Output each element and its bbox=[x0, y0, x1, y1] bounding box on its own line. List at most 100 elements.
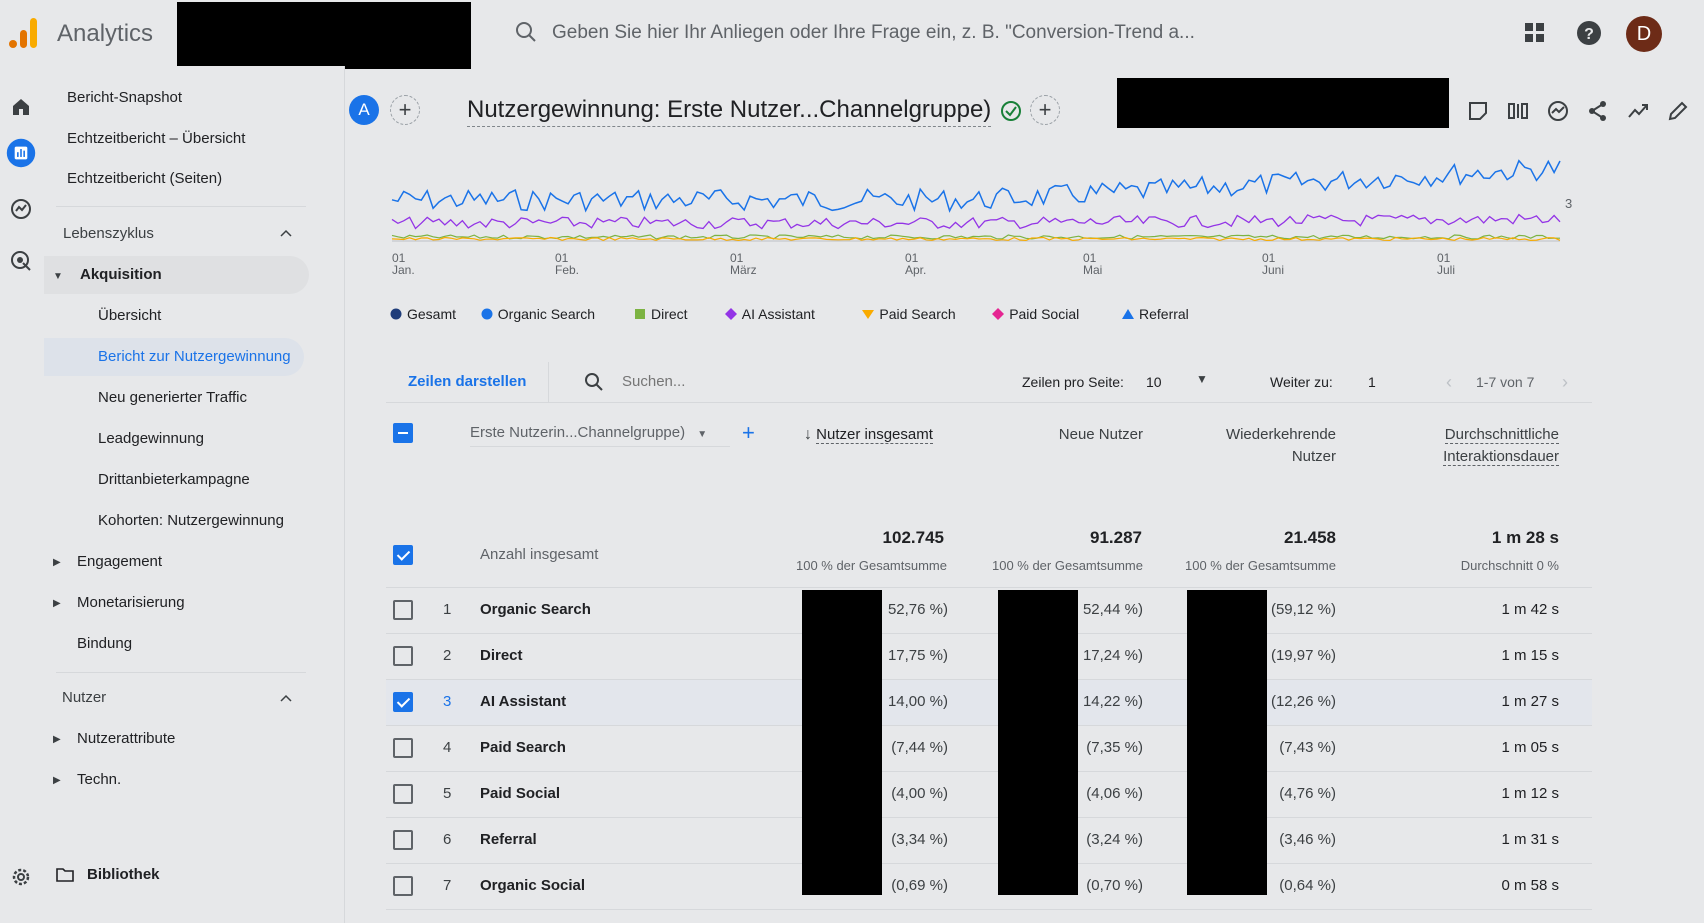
help-icon[interactable]: ? bbox=[1574, 18, 1604, 48]
row-channel-name[interactable]: Organic Social bbox=[480, 877, 585, 894]
dropdown-arrow-icon[interactable]: ▼ bbox=[1196, 372, 1208, 386]
row-users-percent: (3,34 %) bbox=[891, 831, 948, 848]
avatar[interactable]: D bbox=[1626, 16, 1662, 52]
sidebar-item-cohorts[interactable]: Kohorten: Nutzergewinnung bbox=[98, 512, 284, 529]
row-channel-name[interactable]: Organic Search bbox=[480, 601, 591, 618]
pagination-range: 1-7 von 7 bbox=[1476, 374, 1535, 390]
row-channel-name[interactable]: Direct bbox=[480, 647, 523, 664]
legend-item[interactable]: Direct bbox=[634, 306, 688, 323]
folder-icon[interactable] bbox=[56, 867, 74, 883]
analytics-logo-icon[interactable] bbox=[8, 16, 38, 50]
x-tick-month: Mai bbox=[1083, 263, 1102, 277]
legend-item[interactable]: Gesamt bbox=[390, 306, 456, 323]
edit-pencil-icon[interactable] bbox=[1667, 100, 1689, 122]
row-channel-name[interactable]: AI Assistant bbox=[480, 693, 566, 710]
row-channel-name[interactable]: Paid Social bbox=[480, 785, 560, 802]
row-new-users-percent: 14,22 %) bbox=[1082, 693, 1143, 710]
caret-right-icon[interactable]: ▶ bbox=[53, 598, 61, 609]
caret-right-icon[interactable]: ▶ bbox=[53, 734, 61, 745]
caret-right-icon[interactable]: ▶ bbox=[53, 775, 61, 786]
col-header-avg-engagement[interactable]: Durchschnittliche Interaktionsdauer bbox=[1443, 424, 1559, 468]
row-checkbox[interactable] bbox=[393, 600, 413, 620]
apps-grid-icon[interactable] bbox=[1520, 18, 1550, 48]
sidebar-item-monetization[interactable]: Monetarisierung bbox=[77, 594, 185, 611]
sidebar-item-retention[interactable]: Bindung bbox=[77, 635, 132, 652]
sidebar-item-library[interactable]: Bibliothek bbox=[87, 866, 160, 883]
legend-item[interactable]: Paid Social bbox=[992, 306, 1079, 323]
sidebar-item-user-attributes[interactable]: Nutzerattribute bbox=[77, 730, 175, 747]
sidebar-item-user-acquisition[interactable]: Bericht zur Nutzergewinnung bbox=[98, 348, 291, 365]
row-users-percent: (7,44 %) bbox=[891, 739, 948, 756]
chevron-up-icon[interactable] bbox=[279, 693, 293, 703]
sidebar-item-acquisition[interactable]: Akquisition bbox=[80, 266, 162, 283]
prev-page-icon[interactable]: ‹ bbox=[1446, 372, 1452, 393]
sidebar-item-new-traffic[interactable]: Neu generierter Traffic bbox=[98, 389, 247, 406]
row-checkbox[interactable] bbox=[393, 876, 413, 896]
compare-columns-icon[interactable] bbox=[1507, 100, 1529, 122]
row-checkbox[interactable] bbox=[393, 738, 413, 758]
explore-icon[interactable] bbox=[6, 194, 36, 224]
sidebar-item-overview[interactable]: Übersicht bbox=[98, 307, 161, 324]
add-dimension-button[interactable]: + bbox=[742, 420, 755, 446]
home-icon[interactable] bbox=[6, 92, 36, 122]
share-icon[interactable] bbox=[1587, 100, 1609, 122]
x-axis-ticks: 01Jan.01Feb.01März01Apr.01Mai01Juni01Jul… bbox=[392, 251, 1455, 277]
reports-icon[interactable] bbox=[6, 138, 36, 168]
selected-row-highlight bbox=[386, 680, 1592, 726]
totals-checkbox[interactable] bbox=[393, 545, 413, 565]
legend-item[interactable]: Referral bbox=[1122, 306, 1189, 323]
row-channel-name[interactable]: Paid Search bbox=[480, 739, 566, 756]
table-search-input[interactable] bbox=[620, 372, 924, 391]
sidebar-item-realtime-pages[interactable]: Echtzeitbericht (Seiten) bbox=[67, 170, 222, 187]
user-heading[interactable]: Nutzer bbox=[62, 689, 106, 706]
caret-right-icon[interactable]: ▶ bbox=[53, 557, 61, 568]
trend-icon[interactable] bbox=[1627, 100, 1649, 122]
row-checkbox[interactable] bbox=[393, 830, 413, 850]
select-all-checkbox[interactable] bbox=[393, 423, 413, 443]
col-header-new-users[interactable]: Neue Nutzer bbox=[1059, 424, 1143, 446]
check-circle-icon[interactable] bbox=[1000, 100, 1022, 122]
lifecycle-heading[interactable]: Lebenszyklus bbox=[63, 225, 154, 242]
row-new-users-percent: (4,06 %) bbox=[1086, 785, 1143, 802]
advertising-icon[interactable] bbox=[6, 246, 36, 276]
comparison-a-chip[interactable]: A bbox=[349, 95, 379, 125]
add-filter-button[interactable]: + bbox=[1030, 95, 1060, 125]
row-returning-percent: (19,97 %) bbox=[1270, 647, 1336, 664]
row-divider bbox=[386, 863, 1592, 864]
dimension-select[interactable]: Erste Nutzerin...Channelgruppe) ▼ bbox=[470, 424, 730, 447]
report-title[interactable]: Nutzergewinnung: Erste Nutzer...Channelg… bbox=[467, 96, 992, 127]
sidebar-item-realtime-overview[interactable]: Echtzeitbericht – Übersicht bbox=[67, 130, 245, 147]
plot-rows-button[interactable]: Zeilen darstellen bbox=[386, 362, 550, 402]
caret-down-icon[interactable]: ▼ bbox=[53, 271, 63, 282]
legend-item[interactable]: Organic Search bbox=[481, 306, 595, 323]
row-checkbox[interactable] bbox=[393, 692, 413, 712]
next-page-icon[interactable]: › bbox=[1562, 372, 1568, 393]
save-report-icon[interactable] bbox=[1467, 100, 1489, 122]
row-index: 4 bbox=[443, 739, 452, 756]
sidebar-item-third-party[interactable]: Drittanbieterkampagne bbox=[98, 471, 250, 488]
col-header-users[interactable]: ↓ Nutzer insgesamt bbox=[804, 424, 933, 446]
row-channel-name[interactable]: Referral bbox=[480, 831, 537, 848]
sidebar-item-engagement[interactable]: Engagement bbox=[77, 553, 162, 570]
goto-page-input[interactable]: 1 bbox=[1368, 374, 1376, 390]
sidebar-item-snapshot[interactable]: Bericht-Snapshot bbox=[67, 89, 182, 106]
chart-right-axis-label: 3 bbox=[1565, 196, 1572, 211]
row-checkbox[interactable] bbox=[393, 646, 413, 666]
legend-label: AI Assistant bbox=[741, 306, 815, 322]
row-checkbox[interactable] bbox=[393, 784, 413, 804]
row-new-users-percent: 52,44 %) bbox=[1082, 601, 1143, 618]
chevron-up-icon[interactable] bbox=[279, 228, 293, 238]
col-header-returning-users[interactable]: Wiederkehrende Nutzer bbox=[1226, 424, 1336, 468]
sidebar-item-tech[interactable]: Techn. bbox=[77, 771, 121, 788]
redacted-account-selector bbox=[177, 2, 471, 69]
sidebar-divider bbox=[56, 206, 306, 207]
sidebar-item-lead-generation[interactable]: Leadgewinnung bbox=[98, 430, 204, 447]
add-comparison-button[interactable]: + bbox=[390, 95, 420, 125]
insights-icon[interactable] bbox=[1547, 100, 1569, 122]
legend-item[interactable]: Paid Search bbox=[862, 306, 956, 323]
admin-gear-icon[interactable] bbox=[6, 862, 36, 892]
svg-text:?: ? bbox=[1584, 26, 1594, 43]
search-input[interactable] bbox=[552, 18, 1252, 48]
rows-per-page-select[interactable]: 10 bbox=[1146, 374, 1162, 390]
legend-item[interactable]: AI Assistant bbox=[724, 306, 815, 323]
